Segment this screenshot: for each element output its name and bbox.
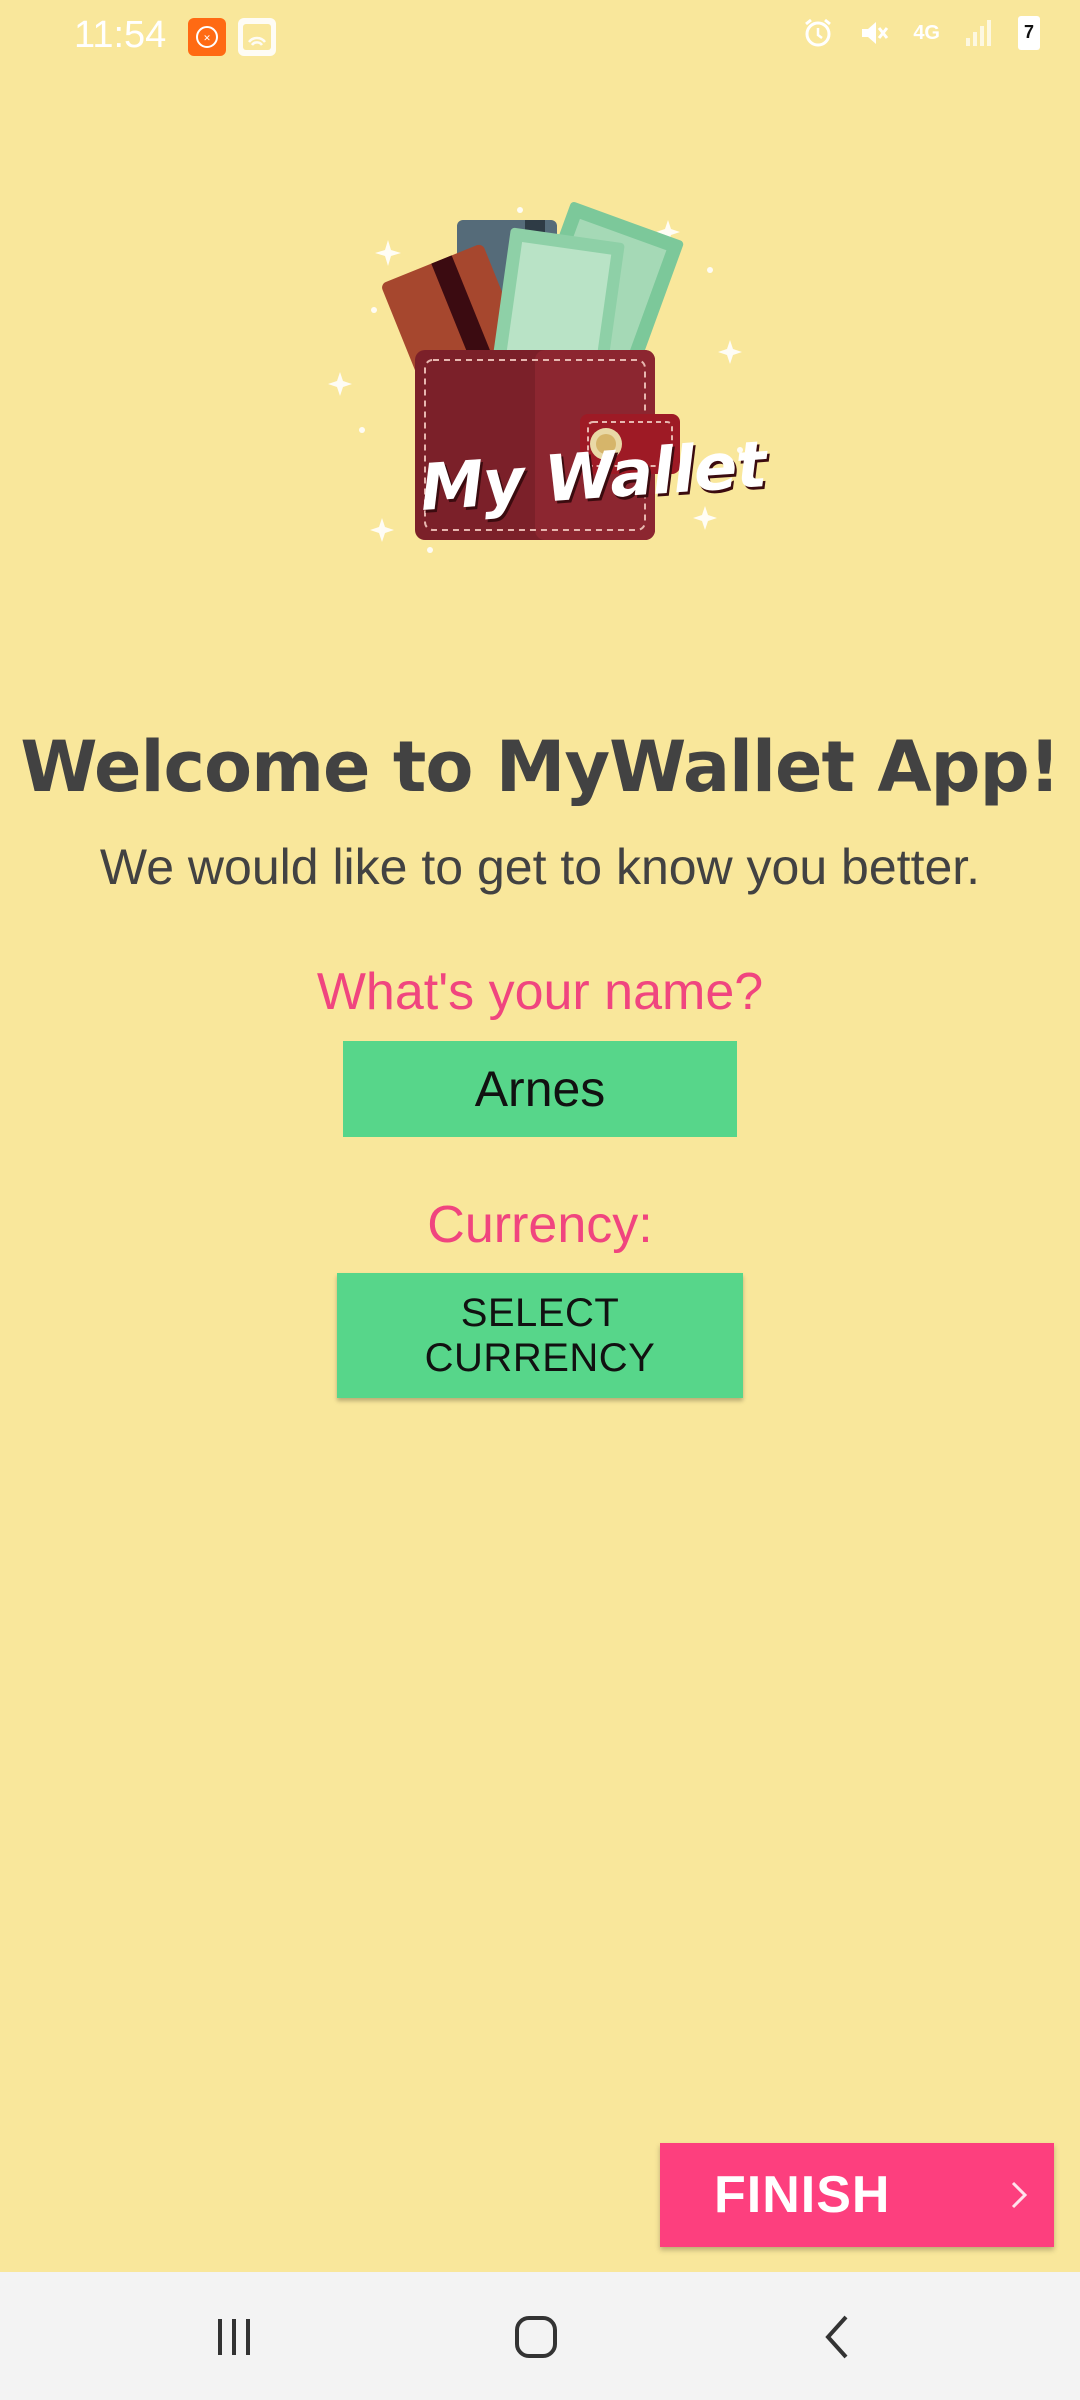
system-nav-bar bbox=[0, 2272, 1080, 2400]
cast-notification-icon bbox=[238, 18, 276, 56]
welcome-subtitle: We would like to get to know you better. bbox=[99, 839, 981, 895]
network-type-icon: 4G bbox=[913, 22, 940, 44]
svg-text:✕: ✕ bbox=[203, 33, 211, 43]
chevron-right-icon bbox=[1004, 2177, 1034, 2218]
status-bar: 11:54 ✕ 4G 7 bbox=[0, 0, 1080, 78]
battery-level: 7 bbox=[1023, 22, 1034, 42]
signal-icon bbox=[962, 16, 996, 50]
name-input[interactable] bbox=[343, 1041, 737, 1137]
battery-icon: 7 bbox=[1018, 16, 1040, 50]
currency-label: Currency: bbox=[427, 1196, 653, 1254]
finish-label: FINISH bbox=[714, 2166, 891, 2224]
home-icon[interactable] bbox=[506, 2310, 566, 2364]
alarm-icon bbox=[801, 16, 835, 50]
back-icon[interactable] bbox=[808, 2310, 868, 2364]
recent-apps-icon[interactable] bbox=[204, 2310, 264, 2364]
status-time: 11:54 bbox=[74, 14, 167, 56]
welcome-title: Welcome to MyWallet App! bbox=[20, 726, 1060, 808]
status-icons: 4G 7 bbox=[801, 16, 1040, 50]
app-notification-icon: ✕ bbox=[188, 18, 226, 56]
select-currency-button[interactable]: SELECT CURRENCY bbox=[337, 1273, 743, 1398]
finish-button[interactable]: FINISH bbox=[660, 2143, 1054, 2247]
mute-icon bbox=[857, 16, 891, 50]
name-label: What's your name? bbox=[316, 963, 764, 1021]
